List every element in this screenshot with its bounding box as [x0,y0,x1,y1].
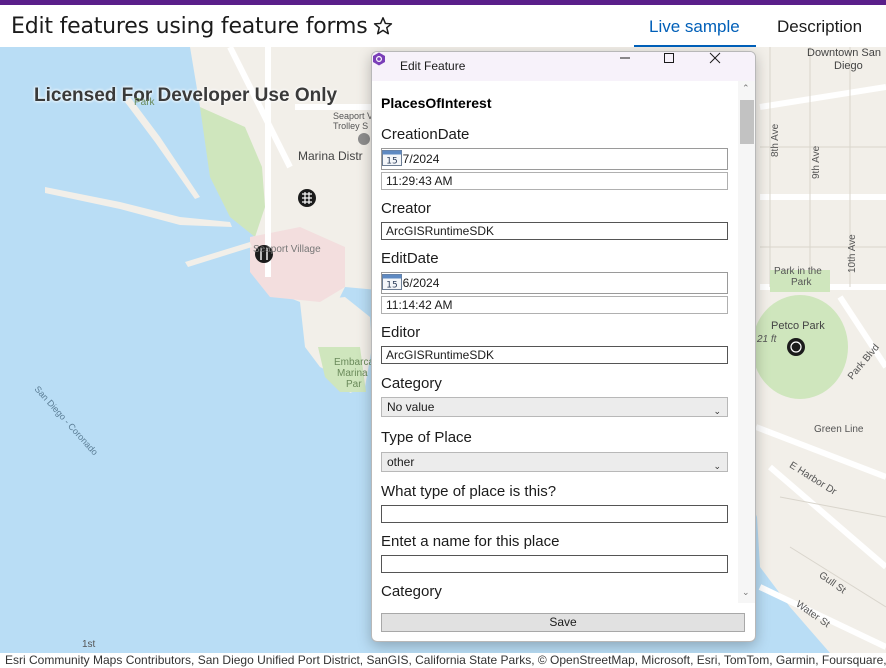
layer-name: PlacesOfInterest [381,95,492,111]
map-label-petco-park: Petco Park [771,320,825,332]
calendar-day: 15 [386,281,397,291]
edit-feature-dialog: Edit Feature PlacesOfInterest CreationDa… [371,51,756,642]
feature-form: PlacesOfInterest CreationDate 7/17/2024 … [372,81,738,603]
map-label-green-line: Green Line [814,424,864,435]
map-label-9th-ave: 9th Ave [811,145,822,179]
map-label-10th-ave: 10th Ave [847,234,858,273]
dialog-titlebar[interactable]: Edit Feature [372,52,755,81]
map-label-1st: 1st [82,639,96,650]
map-label-park-in-park-2: Park [791,277,812,288]
edit-date-label: EditDate [381,250,439,267]
save-button[interactable]: Save [381,613,745,632]
close-button[interactable] [709,52,755,81]
map-label-marina: Marina Distr [298,149,363,163]
license-watermark: Licensed For Developer Use Only [34,85,338,106]
map-label-embarcadero-2: Marina [337,368,368,379]
category-value: No value [387,400,435,414]
map-view[interactable]: Licensed For Developer Use Only Park Sea… [0,47,886,653]
map-label-8th-ave: 8th Ave [770,123,781,157]
editor-field[interactable]: ArcGISRuntimeSDK [381,346,728,364]
chevron-down-icon: ⌄ [713,461,721,471]
scroll-thumb[interactable] [740,100,754,144]
creation-time-field[interactable]: 11:29:43 AM [381,172,728,190]
tab-live-sample[interactable]: Live sample [649,17,740,37]
map-label-embarcadero-1: Embarca [334,357,375,368]
maximize-icon [664,53,674,63]
category2-label: Category [381,583,442,600]
calendar-icon[interactable]: 15 [382,273,402,290]
type-of-place-value: other [387,455,415,469]
map-label-downtown-1: Downtown San [807,47,881,59]
page-title: Edit features using feature forms [11,14,368,39]
creator-label: Creator [381,200,432,217]
calendar-day: 15 [386,157,397,167]
creation-date-label: CreationDate [381,126,470,143]
place-name-label: Entet a name for this place [381,533,560,550]
type-of-place-label: Type of Place [381,429,472,446]
minimize-icon [620,57,630,59]
place-name-field[interactable] [381,555,728,573]
editor-label: Editor [381,324,421,341]
chevron-down-icon: ⌄ [713,406,721,416]
map-label-downtown-2: Diego [834,60,863,72]
maximize-button[interactable] [663,52,709,81]
creator-field[interactable]: ArcGISRuntimeSDK [381,222,728,240]
map-label-park-in-park-1: Park in the [774,266,822,277]
minimize-button[interactable] [619,52,665,81]
form-scrollbar[interactable]: ⌃ ⌄ [738,81,755,603]
map-label-seaport-village: Seaport Village [253,244,321,255]
dialog-title: Edit Feature [400,59,466,73]
creation-date-picker[interactable]: 7/17/2024 15 [381,148,728,170]
map-label-elevation: 21 ft [757,334,777,345]
what-type-label: What type of place is this? [381,483,557,500]
favorite-star-icon[interactable] [372,15,394,37]
page-header: Edit features using feature forms Live s… [0,5,886,47]
calendar-icon[interactable]: 15 [382,149,402,166]
map-label-park: Park [134,97,155,108]
map-label-embarcadero-3: Par [346,379,362,390]
map-label-seaport-trolley-1: Seaport V [333,111,374,121]
category-select[interactable]: No value ⌄ [381,397,728,417]
edit-date-picker[interactable]: 7/26/2024 15 [381,272,728,294]
category-label: Category [381,375,442,392]
edit-time-field[interactable]: 11:14:42 AM [381,296,728,314]
tab-description[interactable]: Description [777,17,862,37]
what-type-field[interactable] [381,505,728,523]
app-icon [373,52,385,66]
scroll-up-icon[interactable]: ⌃ [742,84,750,94]
map-label-seaport-trolley-2: Trolley S [333,121,369,131]
type-of-place-select[interactable]: other ⌄ [381,452,728,472]
close-icon [709,52,721,64]
scroll-down-icon[interactable]: ⌄ [742,588,750,598]
map-attribution: Esri Community Maps Contributors, San Di… [0,653,886,668]
